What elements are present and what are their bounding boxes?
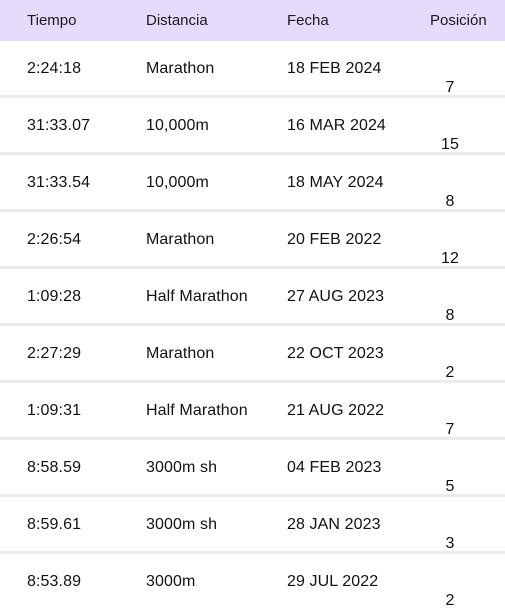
cell-posicion: 7 [445, 421, 455, 438]
cell-posicion: 2 [445, 592, 455, 609]
cell-tiempo: 1:09:31 [27, 402, 82, 419]
table-row: 31:33.07 10,000m 16 MAR 2024 15 [0, 98, 505, 153]
cell-posicion: 15 [441, 136, 459, 153]
column-header-fecha: Fecha [287, 12, 329, 29]
column-header-posicion: Posición [430, 12, 487, 29]
cell-tiempo: 8:59.61 [27, 516, 82, 533]
cell-distancia: 3000m [146, 573, 196, 590]
cell-distancia: Half Marathon [146, 288, 248, 305]
cell-tiempo: 8:53.89 [27, 573, 82, 590]
table-row: 1:09:28 Half Marathon 27 AUG 2023 8 [0, 269, 505, 324]
cell-distancia: Marathon [146, 345, 215, 362]
cell-tiempo: 1:09:28 [27, 288, 82, 305]
table-row: 2:24:18 Marathon 18 FEB 2024 7 [0, 41, 505, 96]
cell-tiempo: 8:58.59 [27, 459, 82, 476]
cell-distancia: Marathon [146, 60, 215, 77]
table-row: 8:53.89 3000m 29 JUL 2022 2 [0, 554, 505, 609]
cell-tiempo: 2:27:29 [27, 345, 82, 362]
column-header-tiempo: Tiempo [27, 12, 77, 29]
cell-fecha: 28 JAN 2023 [287, 516, 381, 533]
results-table: Tiempo Distancia Fecha Posición 2:24:18 M… [0, 0, 505, 609]
cell-fecha: 20 FEB 2022 [287, 231, 382, 248]
cell-fecha: 29 JUL 2022 [287, 573, 379, 590]
table-row: 2:27:29 Marathon 22 OCT 2023 2 [0, 326, 505, 381]
cell-distancia: 10,000m [146, 174, 209, 191]
table-body: 2:24:18 Marathon 18 FEB 2024 7 31:33.07 10,00… [0, 41, 505, 609]
cell-distancia: 3000m sh [146, 459, 218, 476]
cell-fecha: 16 MAR 2024 [287, 117, 386, 134]
cell-posicion: 3 [445, 535, 455, 552]
cell-fecha: 18 FEB 2024 [287, 60, 382, 77]
cell-fecha: 18 MAY 2024 [287, 174, 384, 191]
table-header: Tiempo Distancia Fecha Posición [0, 0, 505, 41]
cell-posicion: 2 [445, 364, 455, 381]
table-row: 31:33.54 10,000m 18 MAY 2024 8 [0, 155, 505, 210]
cell-posicion: 8 [445, 193, 455, 210]
cell-posicion: 8 [445, 307, 455, 324]
cell-posicion: 7 [445, 79, 455, 96]
table-row: 2:26:54 Marathon 20 FEB 2022 12 [0, 212, 505, 267]
cell-fecha: 22 OCT 2023 [287, 345, 384, 362]
cell-distancia: 10,000m [146, 117, 209, 134]
cell-tiempo: 31:33.07 [27, 117, 91, 134]
cell-fecha: 21 AUG 2022 [287, 402, 385, 419]
table-row: 8:59.61 3000m sh 28 JAN 2023 3 [0, 497, 505, 552]
cell-posicion: 5 [445, 478, 455, 495]
cell-tiempo: 2:24:18 [27, 60, 82, 77]
cell-fecha: 04 FEB 2023 [287, 459, 382, 476]
cell-tiempo: 31:33.54 [27, 174, 91, 191]
table-row: 1:09:31 Half Marathon 21 AUG 2022 7 [0, 383, 505, 438]
cell-posicion: 12 [441, 250, 459, 267]
cell-tiempo: 2:26:54 [27, 231, 82, 248]
column-header-distancia: Distancia [146, 12, 208, 29]
table-row: 8:58.59 3000m sh 04 FEB 2023 5 [0, 440, 505, 495]
cell-distancia: Marathon [146, 231, 215, 248]
cell-distancia: 3000m sh [146, 516, 218, 533]
cell-fecha: 27 AUG 2023 [287, 288, 385, 305]
cell-distancia: Half Marathon [146, 402, 248, 419]
